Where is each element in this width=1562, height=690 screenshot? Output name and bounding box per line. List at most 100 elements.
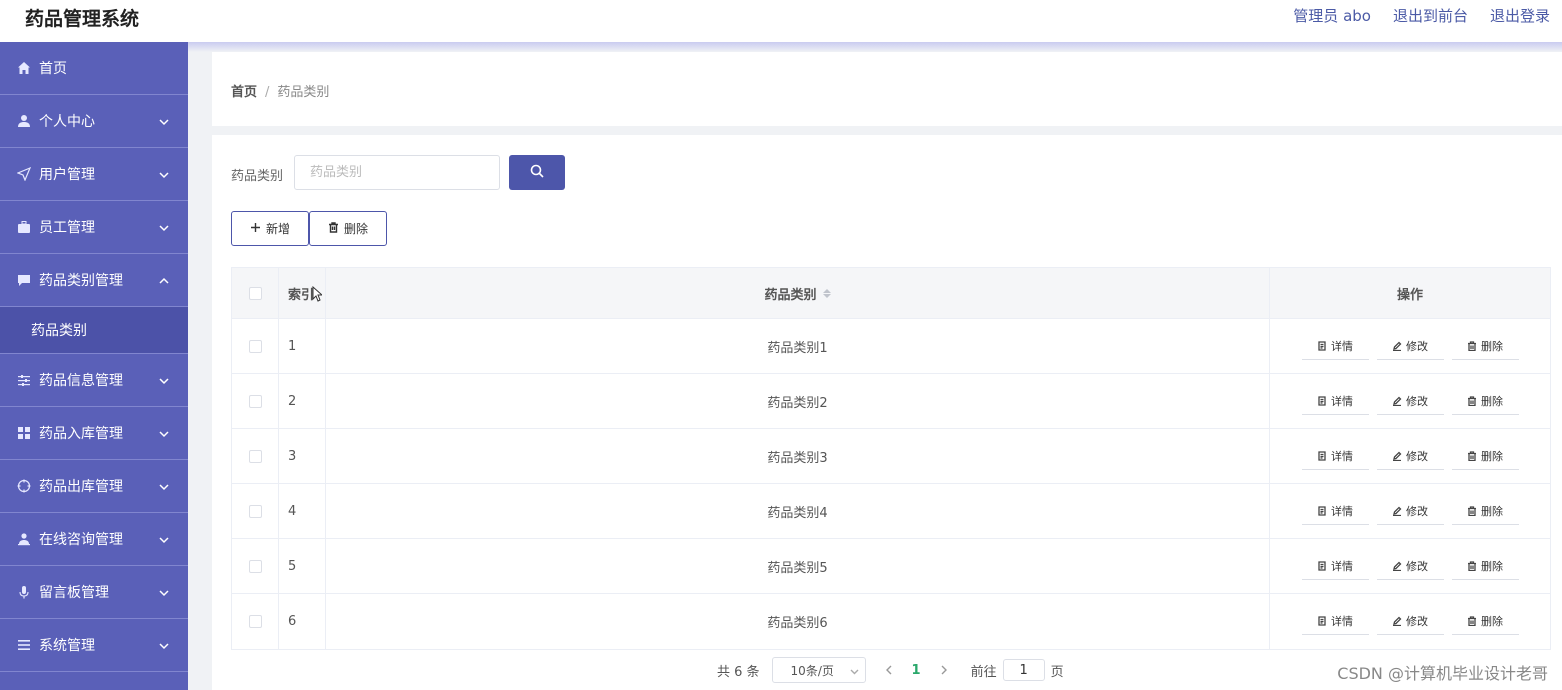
sidebar-item-label: 在线咨询管理 [39, 532, 123, 548]
sidebar-item-label: 用户管理 [39, 167, 95, 183]
row-name: 药品类别4 [326, 484, 1270, 538]
page-size-value: 10条/页 [790, 663, 834, 678]
edit-button-label: 修改 [1406, 339, 1428, 353]
add-button[interactable]: 新增 [231, 211, 309, 246]
chevron-down-icon [159, 374, 169, 385]
exit-to-front-link[interactable]: 退出到前台 [1393, 5, 1468, 26]
document-icon [1318, 505, 1326, 516]
row-checkbox[interactable] [248, 504, 262, 518]
delete-button-label: 删除 [1481, 449, 1503, 463]
edit-button[interactable]: 修改 [1376, 443, 1444, 470]
sort-icon[interactable] [822, 288, 831, 298]
batch-delete-button[interactable]: 删除 [309, 211, 387, 246]
row-checkbox-cell [232, 594, 279, 649]
row-index: 4 [279, 484, 326, 538]
document-icon [1318, 395, 1326, 406]
edit-button[interactable]: 修改 [1376, 608, 1444, 635]
home-icon [17, 61, 31, 75]
edit-button[interactable]: 修改 [1376, 388, 1444, 415]
row-name: 药品类别3 [326, 429, 1270, 483]
sidebar-item-stock-in[interactable]: 药品入库管理 [0, 407, 188, 460]
row-checkbox[interactable] [248, 339, 262, 353]
sidebar-item-users[interactable]: 用户管理 [0, 148, 188, 201]
prev-page-button[interactable] [876, 665, 902, 675]
chevron-down-icon [159, 480, 169, 491]
chevron-down-icon [159, 427, 169, 438]
detail-button[interactable]: 详情 [1301, 608, 1369, 635]
table-row: 3 药品类别3 详情 修改 删除 [232, 429, 1550, 484]
detail-button[interactable]: 详情 [1301, 553, 1369, 580]
row-delete-button[interactable]: 删除 [1451, 443, 1519, 470]
delete-button-label: 删除 [1481, 394, 1503, 408]
chevron-down-icon [159, 168, 169, 179]
pagination-total: 共 6 条 [717, 664, 760, 680]
edit-button-label: 修改 [1406, 615, 1428, 628]
edit-icon [1393, 451, 1402, 461]
row-checkbox[interactable] [248, 394, 262, 408]
row-actions: 详情 修改 删除 [1270, 429, 1550, 483]
row-index: 6 [279, 594, 326, 649]
chat-icon [17, 273, 31, 287]
edit-button[interactable]: 修改 [1376, 498, 1444, 525]
row-checkbox-cell [232, 484, 279, 538]
header-links: 管理员 abo 退出到前台 退出登录 [1293, 5, 1550, 26]
sidebar-item-system[interactable]: 系统管理 [0, 619, 188, 672]
search-button[interactable] [509, 155, 565, 190]
row-name: 药品类别2 [326, 374, 1270, 428]
sidebar-item-label: 药品信息管理 [39, 373, 123, 389]
row-index: 2 [279, 374, 326, 428]
page-size-select[interactable]: 10条/页 [771, 657, 866, 683]
search-icon [530, 164, 544, 181]
breadcrumb-home[interactable]: 首页 [231, 85, 257, 100]
detail-button[interactable]: 详情 [1301, 498, 1369, 525]
edit-button[interactable]: 修改 [1376, 333, 1444, 360]
sidebar-item-message-board[interactable]: 留言板管理 [0, 566, 188, 619]
detail-button[interactable]: 详情 [1301, 388, 1369, 415]
sidebar-subitem-category[interactable]: 药品类别 [0, 307, 188, 354]
sidebar-item-personal[interactable]: 个人中心 [0, 95, 188, 148]
sidebar-item-consult[interactable]: 在线咨询管理 [0, 513, 188, 566]
admin-label: 管理员 abo [1293, 7, 1371, 25]
sidebar-item-drug-info[interactable]: 药品信息管理 [0, 354, 188, 407]
page-number-current[interactable]: 1 [912, 663, 921, 678]
edit-button[interactable]: 修改 [1376, 553, 1444, 580]
row-checkbox[interactable] [248, 559, 262, 573]
header-name-cell[interactable]: 药品类别 [326, 268, 1270, 318]
sidebar: 首页 个人中心 用户管理 员工管理 药品类别管理 药品类别 药品信息管理 药品入… [0, 42, 188, 690]
sidebar-item-home[interactable]: 首页 [0, 42, 188, 95]
row-index: 3 [279, 429, 326, 483]
send-icon [17, 167, 31, 181]
document-icon [1318, 450, 1326, 461]
user-icon [17, 114, 31, 128]
chevron-down-icon [159, 115, 169, 126]
row-checkbox[interactable] [248, 449, 262, 463]
next-page-button[interactable] [931, 665, 957, 675]
goto-page-input[interactable] [1002, 659, 1045, 681]
logout-link[interactable]: 退出登录 [1490, 5, 1550, 26]
detail-button[interactable]: 详情 [1301, 333, 1369, 360]
row-delete-button[interactable]: 删除 [1451, 388, 1519, 415]
row-delete-button[interactable]: 删除 [1451, 333, 1519, 360]
detail-button[interactable]: 详情 [1301, 443, 1369, 470]
goto-label: 前往 [970, 664, 997, 680]
row-actions: 详情 修改 删除 [1270, 594, 1550, 649]
row-checkbox[interactable] [248, 615, 262, 628]
sidebar-item-category-mgmt[interactable]: 药品类别管理 [0, 254, 188, 307]
sidebar-item-staff[interactable]: 员工管理 [0, 201, 188, 254]
pagination: 共 6 条 10条/页 1 前往 页 [717, 657, 1064, 683]
header-checkbox-cell [232, 268, 279, 318]
edit-button-label: 修改 [1406, 559, 1428, 573]
sliders-icon [17, 373, 31, 387]
search-input[interactable] [294, 155, 500, 190]
row-delete-button[interactable]: 删除 [1451, 608, 1519, 635]
sidebar-item-label: 员工管理 [39, 220, 95, 236]
row-delete-button[interactable]: 删除 [1451, 498, 1519, 525]
chevron-down-icon [159, 533, 169, 544]
table-header-row: 索引 药品类别 操作 [232, 268, 1550, 319]
select-all-checkbox[interactable] [248, 286, 262, 300]
sidebar-item-stock-out[interactable]: 药品出库管理 [0, 460, 188, 513]
trash-icon [328, 221, 344, 236]
row-delete-button[interactable]: 删除 [1451, 553, 1519, 580]
row-checkbox-cell [232, 319, 279, 373]
breadcrumb-current: 药品类别 [277, 85, 330, 100]
